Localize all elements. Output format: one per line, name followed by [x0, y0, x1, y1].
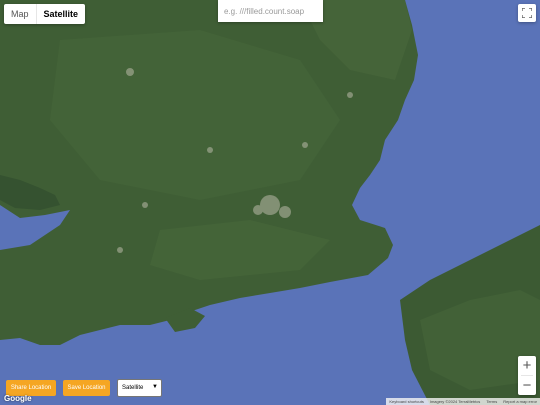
satellite-map[interactable] [0, 0, 540, 405]
what3words-search-input[interactable] [218, 0, 323, 22]
terms-link[interactable]: Terms [483, 399, 500, 404]
zoom-control: + − [518, 356, 536, 395]
map-type-select-value: Satellite [122, 385, 144, 391]
map-attribution: Keyboard shortcuts Imagery ©2024 TerraMe… [386, 398, 540, 405]
zoom-in-button[interactable]: + [518, 356, 536, 375]
keyboard-shortcuts-link[interactable]: Keyboard shortcuts [386, 399, 426, 404]
map-type-select[interactable]: Satellite ▼ [117, 379, 162, 397]
imagery-credit: Imagery ©2024 TerraMetrics [429, 399, 481, 404]
fullscreen-button[interactable] [518, 4, 536, 22]
fullscreen-icon [522, 8, 532, 18]
chevron-down-icon: ▼ [152, 384, 158, 390]
save-location-button[interactable]: Save Location [63, 380, 110, 396]
map-type-satellite-button[interactable]: Satellite [37, 4, 86, 24]
map-type-control[interactable]: Map Satellite [4, 4, 86, 24]
google-logo: Google [4, 394, 32, 403]
zoom-out-button[interactable]: − [518, 376, 536, 395]
report-error-link[interactable]: Report a map error [500, 399, 540, 404]
map-type-map-button[interactable]: Map [4, 4, 36, 24]
